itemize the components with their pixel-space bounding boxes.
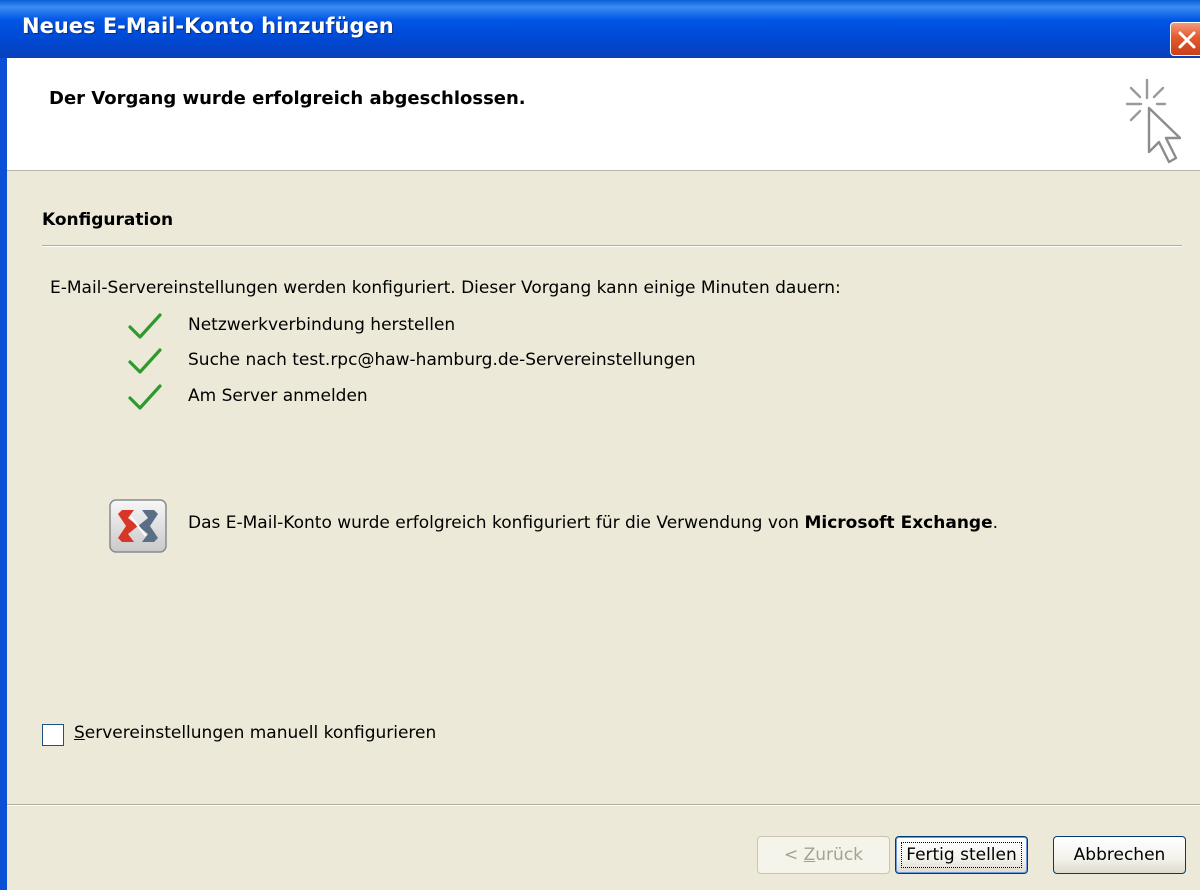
manual-config-accel: S (74, 723, 85, 743)
sparkle-cursor-icon (1125, 78, 1182, 164)
finish-button[interactable]: Fertig stellen (895, 836, 1028, 874)
window-title: Neues E-Mail-Konto hinzufügen (22, 14, 394, 38)
back-label-rest: urück (815, 845, 864, 865)
back-prefix: < (783, 845, 804, 865)
cancel-label: Abbrechen (1073, 845, 1166, 865)
close-icon (1178, 31, 1196, 49)
finish-label: Fertig stellen (901, 842, 1022, 868)
checkmark-icon (128, 384, 162, 410)
result-text: Das E-Mail-Konto wurde erfolgreich konfi… (188, 513, 805, 533)
checkmark-icon (128, 313, 162, 339)
step-label: Netzwerkverbindung herstellen (188, 315, 456, 335)
result-period: . (992, 513, 999, 533)
intro-text: E-Mail-Servereinstellungen werden konfig… (50, 278, 841, 298)
manual-config-label[interactable]: Servereinstellungen manuell konfiguriere… (74, 723, 436, 743)
section-divider (42, 245, 1182, 247)
cancel-button[interactable]: Abbrechen (1053, 836, 1186, 874)
step-label: Am Server anmelden (188, 386, 368, 406)
window-frame-left (0, 58, 7, 890)
add-email-account-dialog: Neues E-Mail-Konto hinzufügen Der Vorgan… (0, 0, 1200, 890)
wizard-header: Der Vorgang wurde erfolgreich abgeschlos… (7, 58, 1200, 171)
result-message: Das E-Mail-Konto wurde erfolgreich konfi… (188, 513, 998, 533)
footer-divider (7, 804, 1200, 806)
back-accel: Z (803, 845, 816, 865)
header-title: Der Vorgang wurde erfolgreich abgeschlos… (49, 88, 526, 109)
back-button[interactable]: < Zurück (757, 836, 890, 874)
exchange-icon (109, 499, 167, 553)
title-bar[interactable]: Neues E-Mail-Konto hinzufügen (0, 0, 1200, 58)
manual-config-label-rest: ervereinstellungen manuell konfigurieren (84, 723, 437, 743)
checkmark-icon (128, 348, 162, 374)
section-title: Konfiguration (42, 210, 174, 230)
step-label: Suche nach test.rpc@haw-hamburg.de-Serve… (188, 350, 696, 370)
close-button[interactable] (1170, 22, 1200, 56)
manual-config-checkbox[interactable] (42, 724, 64, 746)
result-product: Microsoft Exchange (804, 513, 993, 533)
